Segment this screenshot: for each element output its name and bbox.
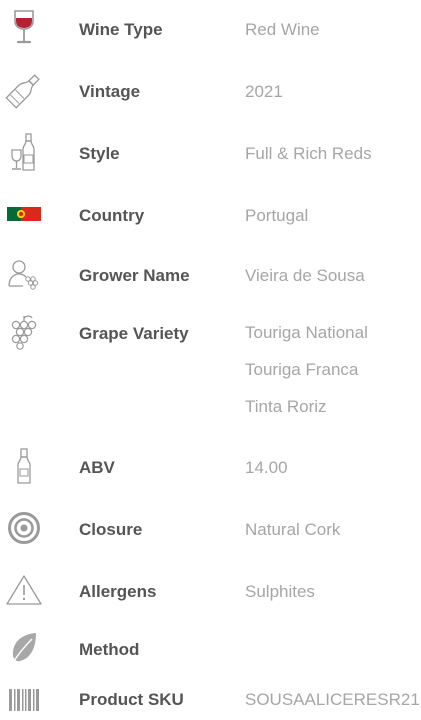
grower-icon <box>4 254 44 294</box>
bottle-and-glass-icon <box>4 132 44 172</box>
spec-row-grape-variety: Grape Variety Touriga National Touriga F… <box>0 312 421 432</box>
spec-row-style: Style Full & Rich Reds <box>0 132 421 174</box>
spec-value-allergens: Sulphites <box>245 582 315 601</box>
spec-label-grape-variety: Grape Variety <box>79 324 189 343</box>
spec-value-abv: 14.00 <box>245 458 288 477</box>
spec-value-closure: Natural Cork <box>245 520 341 539</box>
spec-label-country: Country <box>79 206 145 225</box>
portugal-flag-icon <box>4 194 44 234</box>
grape-variety-item: Touriga Franca <box>245 360 359 379</box>
grapes-icon <box>4 312 44 352</box>
spec-value-wine-type: Red Wine <box>245 20 320 39</box>
grape-variety-list: Touriga National Touriga Franca Tinta Ro… <box>245 320 368 431</box>
barcode-icon <box>4 680 44 720</box>
spec-row-product-sku: Product SKU SOUSAALICERESR21 <box>0 680 421 718</box>
spec-label-abv: ABV <box>79 458 115 477</box>
spec-label-vintage: Vintage <box>79 82 141 101</box>
wine-glass-icon <box>4 8 44 48</box>
spec-value-grower-name: Vieira de Sousa <box>245 266 365 285</box>
spec-label-allergens: Allergens <box>79 582 157 601</box>
spec-row-vintage: Vintage 2021 <box>0 70 421 112</box>
spec-value-style: Full & Rich Reds <box>245 144 372 163</box>
spec-label-wine-type: Wine Type <box>79 20 163 39</box>
bottle-icon <box>4 446 44 486</box>
spec-row-country: Country Portugal <box>0 194 421 236</box>
spec-label-closure: Closure <box>79 520 143 539</box>
spec-label-style: Style <box>79 144 120 163</box>
spec-row-wine-type: Wine Type Red Wine <box>0 8 421 50</box>
grape-variety-item: Touriga National <box>245 323 368 342</box>
spec-label-product-sku: Product SKU <box>79 690 184 709</box>
warning-icon <box>4 570 44 610</box>
grape-variety-item: Tinta Roriz <box>245 397 327 416</box>
spec-value-product-sku: SOUSAALICERESR21 <box>245 690 420 709</box>
spec-row-allergens: Allergens Sulphites <box>0 570 421 612</box>
spec-row-closure: Closure Natural Cork <box>0 508 421 550</box>
spec-label-method: Method <box>79 640 140 659</box>
spec-value-vintage: 2021 <box>245 82 283 101</box>
spec-label-grower-name: Grower Name <box>79 266 190 285</box>
product-specs-list: Wine Type Red Wine Vintage 2021 Style Fu… <box>0 0 421 718</box>
leaf-icon <box>4 628 44 668</box>
spec-row-abv: ABV 14.00 <box>0 446 421 488</box>
bottle-outline-icon <box>4 70 44 110</box>
spec-value-country: Portugal <box>245 206 309 225</box>
target-icon <box>4 508 44 548</box>
spec-row-grower-name: Grower Name Vieira de Sousa <box>0 254 421 296</box>
spec-row-method: Method <box>0 628 421 670</box>
